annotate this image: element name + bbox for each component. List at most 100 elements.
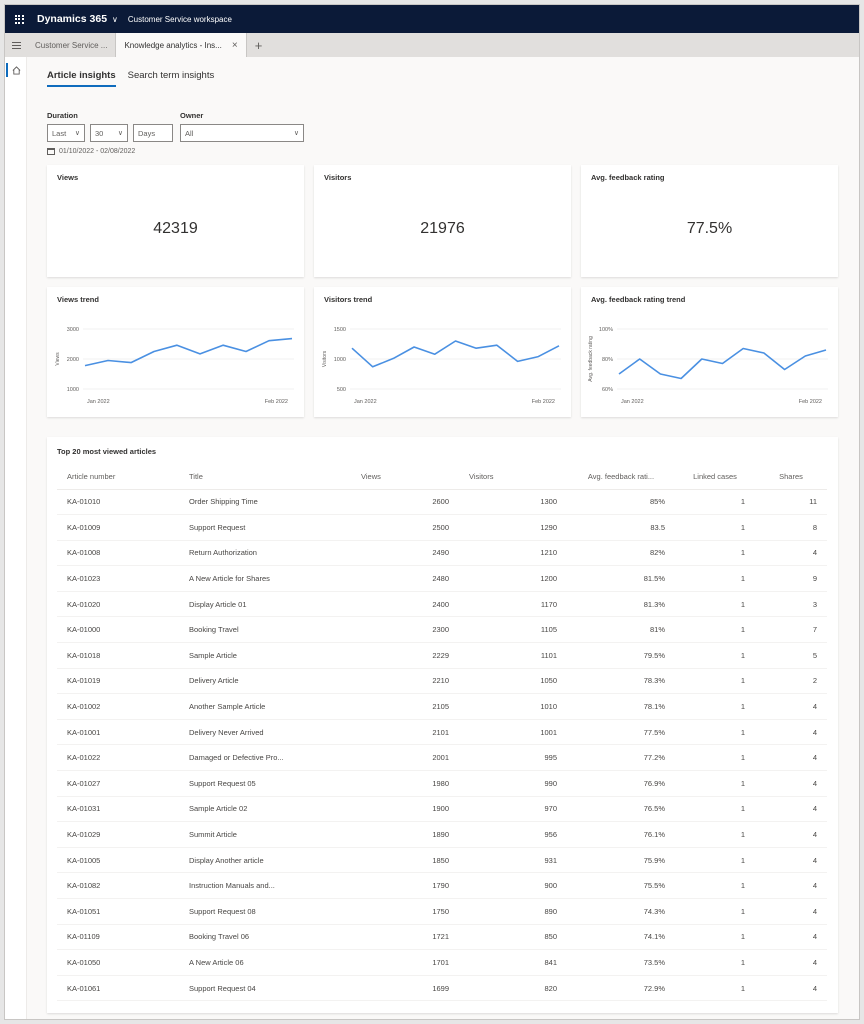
add-tab-button[interactable]: + <box>247 33 271 57</box>
article-title[interactable]: Booking Travel <box>179 616 351 644</box>
data-point[interactable] <box>392 357 395 360</box>
table-row[interactable]: KA-01008 Return Authorization 2490 1210 82% 1… <box>57 540 827 567</box>
table-row[interactable]: KA-01051 Support Request 08 1750 890 74.3% 1 4 <box>57 898 827 925</box>
data-point[interactable] <box>351 347 354 350</box>
article-title[interactable]: Delivery Never Arrived <box>179 719 351 746</box>
article-number[interactable]: KA-01061 <box>57 975 179 1002</box>
article-number[interactable]: KA-01023 <box>57 565 179 592</box>
article-title[interactable]: Support Request 04 <box>179 975 351 1002</box>
data-point[interactable] <box>268 339 271 342</box>
data-point[interactable] <box>558 344 561 347</box>
table-row[interactable]: KA-01005 Display Another article 1850 931 75… <box>57 847 827 874</box>
article-number[interactable]: KA-01051 <box>57 898 179 925</box>
article-number[interactable]: KA-01001 <box>57 719 179 746</box>
article-title[interactable]: Summit Article <box>179 821 351 848</box>
article-title[interactable]: Return Authorization <box>179 540 351 567</box>
article-title[interactable]: Sample Article <box>179 642 351 669</box>
article-number[interactable]: KA-01022 <box>57 744 179 772</box>
article-title[interactable]: Support Request 05 <box>179 770 351 797</box>
article-title[interactable]: Support Request <box>179 514 351 541</box>
data-point[interactable] <box>618 373 621 376</box>
data-point[interactable] <box>199 352 202 355</box>
article-title[interactable]: Sample Article 02 <box>179 796 351 823</box>
article-title[interactable]: Another Sample Article <box>179 693 351 720</box>
waffle-grid-icon[interactable] <box>7 14 31 24</box>
article-title[interactable]: A New Article 06 <box>179 949 351 976</box>
table-row[interactable]: KA-01050 A New Article 06 1701 841 73.5% 1 4 <box>57 949 827 976</box>
data-point[interactable] <box>742 347 745 350</box>
column-header[interactable]: Avg. feedback rati... <box>567 465 675 490</box>
table-row[interactable]: KA-01082 Instruction Manuals and... 1790 90… <box>57 872 827 899</box>
close-icon[interactable]: × <box>232 40 238 51</box>
data-point[interactable] <box>245 350 248 353</box>
owner-select[interactable]: All ∨ <box>180 124 304 142</box>
data-point[interactable] <box>721 362 724 365</box>
data-point[interactable] <box>433 353 436 356</box>
article-number[interactable]: KA-01029 <box>57 821 179 848</box>
data-point[interactable] <box>222 344 225 347</box>
data-point[interactable] <box>130 361 133 364</box>
home-icon[interactable] <box>5 63 27 77</box>
column-header[interactable]: Views <box>351 465 459 490</box>
duration-unit-field[interactable]: Days <box>133 124 173 142</box>
data-point[interactable] <box>495 344 498 347</box>
table-row[interactable]: KA-01027 Support Request 05 1980 990 76.9% 1 4 <box>57 770 827 797</box>
tab-search-term-insights[interactable]: Search term insights <box>128 70 215 87</box>
data-point[interactable] <box>537 355 540 358</box>
tab-knowledge-analytics[interactable]: Knowledge analytics - Ins... × <box>116 33 247 57</box>
article-title[interactable]: Damaged or Defective Pro... <box>179 744 351 772</box>
table-row[interactable]: KA-01002 Another Sample Article 2105 1010 78… <box>57 693 827 720</box>
table-row[interactable]: KA-01018 Sample Article 2229 1101 79.5% 1 5 <box>57 642 827 669</box>
table-row[interactable]: KA-01001 Delivery Never Arrived 2101 1001 77… <box>57 719 827 746</box>
app-name[interactable]: Dynamics 365 <box>37 13 107 25</box>
table-row[interactable]: KA-01000 Booking Travel 2300 1105 81% 1 7 <box>57 616 827 644</box>
data-point[interactable] <box>659 373 662 376</box>
article-number[interactable]: KA-01019 <box>57 668 179 695</box>
column-header[interactable]: Visitors <box>459 465 567 490</box>
table-row[interactable]: KA-01019 Delivery Article 2210 1050 78.3% 1 2 <box>57 668 827 695</box>
article-title[interactable]: Support Request 08 <box>179 898 351 925</box>
article-title[interactable]: Delivery Article <box>179 668 351 695</box>
tab-article-insights[interactable]: Article insights <box>47 70 116 87</box>
column-header[interactable]: Linked cases <box>675 465 755 490</box>
article-number[interactable]: KA-01020 <box>57 591 179 618</box>
article-number[interactable]: KA-01031 <box>57 796 179 823</box>
data-point[interactable] <box>700 358 703 361</box>
column-header[interactable]: Shares <box>755 465 827 490</box>
column-header[interactable]: Title <box>179 465 351 490</box>
tab-customer-service[interactable]: Customer Service ... <box>27 33 117 57</box>
column-header[interactable]: Article number <box>57 465 179 490</box>
article-number[interactable]: KA-01010 <box>57 489 179 516</box>
table-row[interactable]: KA-01109 Booking Travel 06 1721 850 74.1% 1 4 <box>57 924 827 951</box>
duration-mode-select[interactable]: Last ∨ <box>47 124 85 142</box>
article-number[interactable]: KA-01027 <box>57 770 179 797</box>
table-row[interactable]: KA-01061 Support Request 04 1699 820 72.9% 1 4 <box>57 975 827 1002</box>
data-point[interactable] <box>804 355 807 358</box>
data-point[interactable] <box>291 337 294 340</box>
article-title[interactable]: A New Article for Shares <box>179 565 351 592</box>
article-number[interactable]: KA-01082 <box>57 872 179 899</box>
data-point[interactable] <box>176 344 179 347</box>
data-point[interactable] <box>783 368 786 371</box>
article-number[interactable]: KA-01018 <box>57 642 179 669</box>
duration-value-select[interactable]: 30 ∨ <box>90 124 128 142</box>
data-point[interactable] <box>638 358 641 361</box>
article-title[interactable]: Instruction Manuals and... <box>179 872 351 899</box>
article-title[interactable]: Booking Travel 06 <box>179 924 351 951</box>
table-row[interactable]: KA-01022 Damaged or Defective Pro... 2001 9… <box>57 744 827 772</box>
table-row[interactable]: KA-01010 Order Shipping Time 2600 1300 85% 1 1… <box>57 489 827 516</box>
article-number[interactable]: KA-01000 <box>57 616 179 644</box>
table-row[interactable]: KA-01029 Summit Article 1890 956 76.1% 1 4 <box>57 821 827 848</box>
article-number[interactable]: KA-01002 <box>57 693 179 720</box>
data-point[interactable] <box>371 365 374 368</box>
data-point[interactable] <box>84 364 87 367</box>
table-row[interactable]: KA-01009 Support Request 2500 1290 83.5 1 8 <box>57 514 827 541</box>
data-point[interactable] <box>413 346 416 349</box>
data-point[interactable] <box>454 340 457 343</box>
article-title[interactable]: Display Another article <box>179 847 351 874</box>
article-number[interactable]: KA-01009 <box>57 514 179 541</box>
article-title[interactable]: Display Article 01 <box>179 591 351 618</box>
article-number[interactable]: KA-01050 <box>57 949 179 976</box>
data-point[interactable] <box>153 350 156 353</box>
article-number[interactable]: KA-01008 <box>57 540 179 567</box>
